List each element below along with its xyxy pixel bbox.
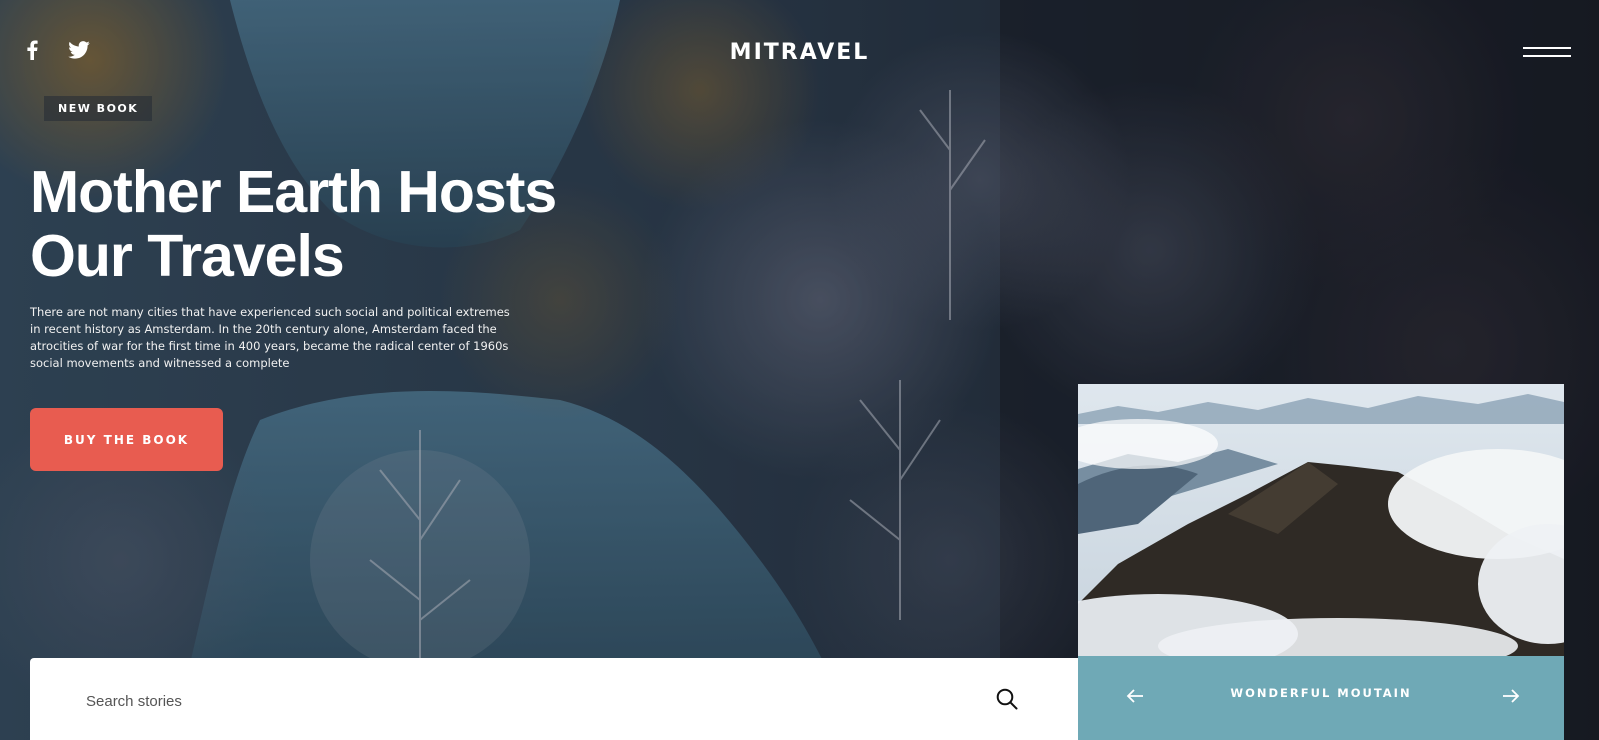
buy-the-book-button[interactable]: BUY THE BOOK (30, 408, 223, 471)
hero-intro-text: There are not many cities that have expe… (30, 305, 510, 370)
menu-line (1523, 55, 1571, 57)
arrow-right-icon[interactable] (1502, 688, 1520, 709)
hamburger-menu-icon[interactable] (1523, 47, 1571, 59)
card-title: WONDERFUL MOUTAIN (1230, 686, 1412, 700)
brand-logo[interactable]: MITRAVEL (0, 40, 1599, 65)
card-footer: WONDERFUL MOUTAIN (1078, 656, 1564, 740)
menu-line (1523, 47, 1571, 49)
search-input[interactable] (84, 680, 948, 722)
new-book-badge: NEW BOOK (44, 96, 153, 121)
search-bar (30, 658, 1078, 740)
search-icon[interactable] (996, 688, 1018, 715)
featured-story-card[interactable]: WONDERFUL MOUTAIN (1078, 384, 1564, 740)
mountain-image (1078, 384, 1564, 656)
hero-headline: Mother Earth Hosts Our Travels (30, 159, 557, 289)
